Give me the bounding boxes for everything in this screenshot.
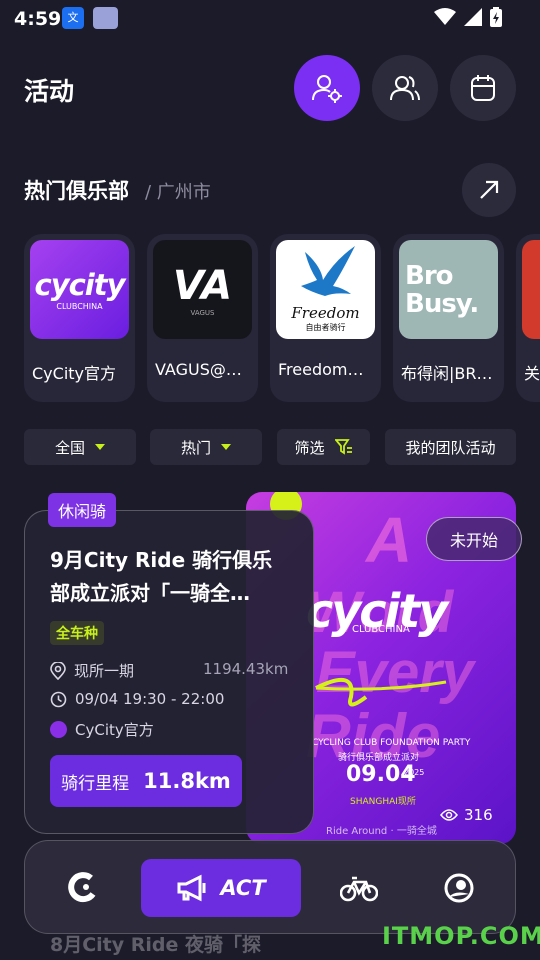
bike-type-tag: 全车种: [50, 621, 104, 645]
club-name: 布得闲|BR…: [401, 364, 493, 383]
calendar-icon: [471, 75, 495, 101]
more-clubs-button[interactable]: [462, 163, 516, 217]
club-logo: cycity CLUBCHINA: [30, 240, 129, 339]
sort-filter-label: 热门: [180, 438, 211, 457]
arrow-up-right-icon: [480, 180, 499, 199]
signal-icon: [464, 8, 482, 26]
home-logo-icon: [68, 872, 96, 903]
region-filter-label: 全国: [54, 438, 85, 457]
poster-brand-sub: CLUBCHINA: [352, 624, 410, 635]
organizer-row: CyCity官方: [50, 719, 154, 740]
bird-logo-icon: [300, 246, 355, 296]
poster-year: 2025: [404, 768, 425, 777]
club-card[interactable]: cycity CLUBCHINA CyCity官方: [24, 234, 135, 402]
calendar-button[interactable]: [450, 55, 516, 121]
tab-activity-label: ACT: [220, 876, 266, 900]
ride-value: 11.8km: [143, 769, 231, 793]
club-name: CyCity官方: [32, 364, 117, 383]
organizer-avatar: [50, 721, 67, 738]
club-logo: VA VAGUS: [153, 240, 252, 339]
chevron-down-icon: [95, 444, 105, 450]
club-logo-sub: VAGUS: [190, 308, 215, 317]
filter-button[interactable]: 筛选: [277, 429, 370, 465]
club-logo-text: Bro Busy.: [405, 260, 479, 319]
status-time: 4:59: [14, 8, 62, 30]
filter-label: 筛选: [294, 438, 325, 457]
bicycle-icon: [340, 876, 378, 902]
club-name: VAGUS@…: [155, 360, 242, 379]
club-logo: [522, 240, 540, 339]
location-text: 现所一期: [74, 662, 135, 680]
club-manage-button[interactable]: [294, 55, 360, 121]
club-name: Freedom…: [278, 360, 364, 379]
group-settings-icon: [312, 75, 342, 103]
funnel-icon: [334, 439, 352, 455]
next-activity-title: 8月City Ride 夜骑「探: [50, 934, 262, 956]
poster-footer: Ride Around · 一骑全城: [326, 826, 437, 837]
site-watermark: ITMOP.COM: [382, 922, 540, 950]
club-logo-text: cycity: [34, 268, 126, 302]
friends-button[interactable]: [372, 55, 438, 121]
bottom-tab-bar: ACT: [24, 840, 516, 934]
battery-icon: [490, 7, 502, 27]
status-bar: 4:59 文: [0, 0, 540, 38]
poster-event: CYCLING CLUB FOUNDATION PARTY: [312, 738, 471, 748]
hot-clubs-title: 热门俱乐部: [24, 179, 129, 203]
time-row: 09/04 19:30 - 22:00: [50, 690, 224, 708]
chevron-down-icon: [221, 444, 231, 450]
megaphone-icon: [177, 874, 206, 902]
sort-filter[interactable]: 热门: [150, 429, 262, 465]
location-row: 现所一期: [50, 660, 134, 681]
ride-label: 骑行里程: [61, 773, 130, 794]
page-title: 活动: [24, 77, 75, 106]
club-list: cycity CLUBCHINA CyCity官方 VA VAGUS VAGUS…: [24, 234, 540, 402]
organizer-text: CyCity官方: [75, 721, 154, 739]
poster-place: SHANGHAI现所: [350, 797, 416, 807]
activity-status-badge: 未开始: [426, 517, 522, 561]
club-card[interactable]: Bro Busy. 布得闲|BR…: [393, 234, 504, 402]
users-icon: [390, 76, 420, 101]
my-team-label: 我的团队活动: [405, 438, 496, 457]
tab-profile[interactable]: [431, 859, 487, 917]
views-value: 316: [464, 806, 493, 824]
svg-text:Every: Every: [316, 640, 477, 705]
club-card[interactable]: Freedom 自由者骑行 Freedom…: [270, 234, 381, 402]
distance-text: 1194.43km: [203, 660, 289, 678]
app-notification-icon: [93, 7, 118, 29]
club-name: 关: [524, 364, 540, 383]
clock-icon: [50, 691, 67, 707]
ride-distance-button[interactable]: 骑行里程 11.8km: [50, 755, 242, 807]
club-logo: Freedom 自由者骑行: [276, 240, 375, 339]
club-logo-sub: CLUBCHINA: [56, 302, 103, 311]
my-team-activities-button[interactable]: 我的团队活动: [385, 429, 516, 465]
profile-icon: [444, 873, 474, 903]
region-filter[interactable]: 全国: [24, 429, 136, 465]
club-logo: Bro Busy.: [399, 240, 498, 339]
views-count: 316: [440, 806, 493, 824]
club-card[interactable]: VA VAGUS VAGUS@…: [147, 234, 258, 402]
wifi-icon: [434, 8, 456, 25]
eye-icon: [440, 809, 458, 821]
club-card[interactable]: 关: [516, 234, 540, 402]
activity-title: 9月City Ride 骑行俱乐部成立派对「一骑全…: [50, 548, 273, 605]
city-label: / 广州市: [145, 182, 211, 203]
club-logo-text: VA: [172, 262, 233, 309]
tab-ride[interactable]: [331, 859, 387, 917]
svg-text:A: A: [364, 504, 412, 576]
club-logo-text: Freedom: [291, 304, 360, 322]
location-pin-icon: [50, 661, 66, 680]
time-text: 09/04 19:30 - 22:00: [75, 690, 225, 708]
activity-type-tag: 休闲骑: [48, 493, 117, 527]
tab-activity[interactable]: ACT: [141, 859, 301, 917]
club-logo-sub: 自由者骑行: [305, 323, 346, 332]
translate-app-icon: 文: [62, 7, 84, 29]
tab-home[interactable]: [55, 859, 111, 917]
